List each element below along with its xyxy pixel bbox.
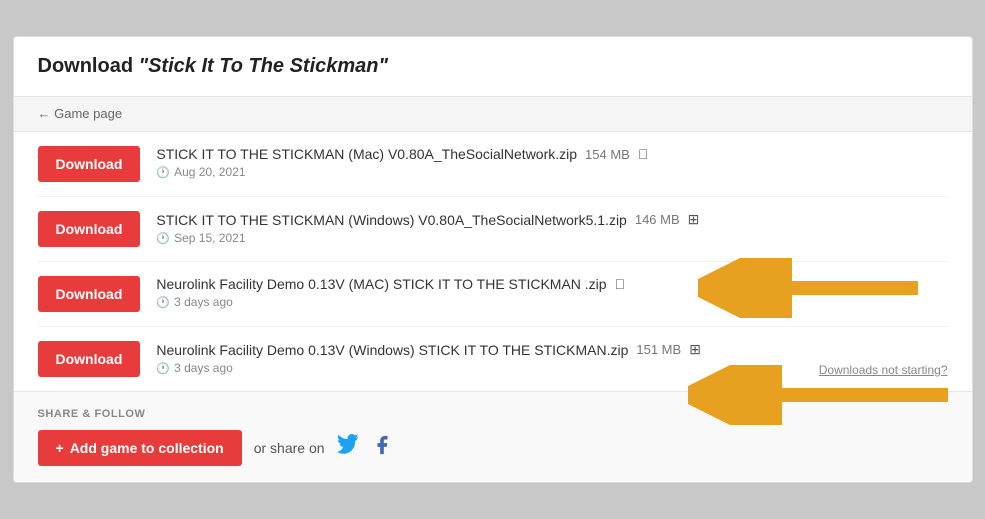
clock-icon-3: 🕐 [156, 296, 170, 309]
add-collection-label: Add game to collection [70, 440, 224, 456]
date-text-3: 3 days ago [174, 295, 233, 309]
title-prefix: Download [38, 55, 139, 77]
mac-icon-3:  [615, 276, 626, 292]
download-row: Download STICK IT TO THE STICKMAN (Mac) … [38, 132, 948, 197]
windows-icon-2: ⊞ [688, 211, 700, 228]
main-container: Download "Stick It To The Stickman" ← Ga… [13, 36, 973, 483]
file-date-1: 🕐 Aug 20, 2021 [156, 165, 947, 179]
file-name-3: Neurolink Facility Demo 0.13V (MAC) STIC… [156, 276, 606, 292]
facebook-link[interactable] [371, 434, 393, 462]
download-info-2: STICK IT TO THE STICKMAN (Windows) V0.80… [156, 211, 947, 245]
mac-icon-1:  [638, 146, 649, 162]
page-title: Download "Stick It To The Stickman" [38, 55, 948, 78]
download-button-4[interactable]: Download [38, 341, 141, 377]
twitter-link[interactable] [337, 434, 359, 462]
date-text-4: 3 days ago [174, 361, 233, 375]
date-text-1: Aug 20, 2021 [174, 165, 245, 179]
file-name-row-2: STICK IT TO THE STICKMAN (Windows) V0.80… [156, 211, 947, 228]
share-row: + Add game to collection or share on [38, 430, 948, 466]
file-date-2: 🕐 Sep 15, 2021 [156, 231, 947, 245]
windows-icon-4: ⊞ [689, 341, 701, 358]
title-quoted: "Stick It To The Stickman" [139, 55, 388, 77]
file-name-row-1: STICK IT TO THE STICKMAN (Mac) V0.80A_Th… [156, 146, 947, 162]
back-link[interactable]: ← Game page [38, 106, 123, 121]
file-name-row-4: Neurolink Facility Demo 0.13V (Windows) … [156, 341, 947, 358]
page-header: Download "Stick It To The Stickman" [14, 37, 972, 97]
download-info-3: Neurolink Facility Demo 0.13V (MAC) STIC… [156, 276, 947, 309]
download-row-2: Download STICK IT TO THE STICKMAN (Windo… [38, 197, 948, 262]
file-size-4: 151 MB [636, 342, 681, 357]
download-info-1: STICK IT TO THE STICKMAN (Mac) V0.80A_Th… [156, 146, 947, 179]
add-collection-button[interactable]: + Add game to collection [38, 430, 242, 466]
download-row-3: Download Neurolink Facility Demo 0.13V (… [38, 262, 948, 327]
download-button-1[interactable]: Download [38, 146, 141, 182]
date-text-2: Sep 15, 2021 [174, 231, 245, 245]
plus-icon: + [56, 440, 64, 456]
or-share-text: or share on [254, 440, 325, 456]
facebook-icon [371, 434, 393, 456]
file-name-1: STICK IT TO THE STICKMAN (Mac) V0.80A_Th… [156, 146, 577, 162]
share-label: SHARE & FOLLOW [38, 408, 948, 420]
file-name-4: Neurolink Facility Demo 0.13V (Windows) … [156, 342, 628, 358]
downloads-not-starting-link[interactable]: Downloads not starting? [819, 363, 948, 377]
download-row-4: Download Neurolink Facility Demo 0.13V (… [38, 327, 948, 391]
download-button-2[interactable]: Download [38, 211, 141, 247]
clock-icon-1: 🕐 [156, 166, 170, 179]
file-name-2: STICK IT TO THE STICKMAN (Windows) V0.80… [156, 212, 626, 228]
clock-icon-2: 🕐 [156, 232, 170, 245]
file-date-3: 🕐 3 days ago [156, 295, 947, 309]
downloads-section: Download STICK IT TO THE STICKMAN (Mac) … [14, 132, 972, 391]
share-section: SHARE & FOLLOW + Add game to collection … [14, 391, 972, 482]
download-button-3[interactable]: Download [38, 276, 141, 312]
file-size-2: 146 MB [635, 212, 680, 227]
file-size-1: 154 MB [585, 147, 630, 162]
clock-icon-4: 🕐 [156, 362, 170, 375]
nav-bar: ← Game page [14, 97, 972, 132]
twitter-icon [337, 434, 359, 456]
file-name-row-3: Neurolink Facility Demo 0.13V (MAC) STIC… [156, 276, 947, 292]
